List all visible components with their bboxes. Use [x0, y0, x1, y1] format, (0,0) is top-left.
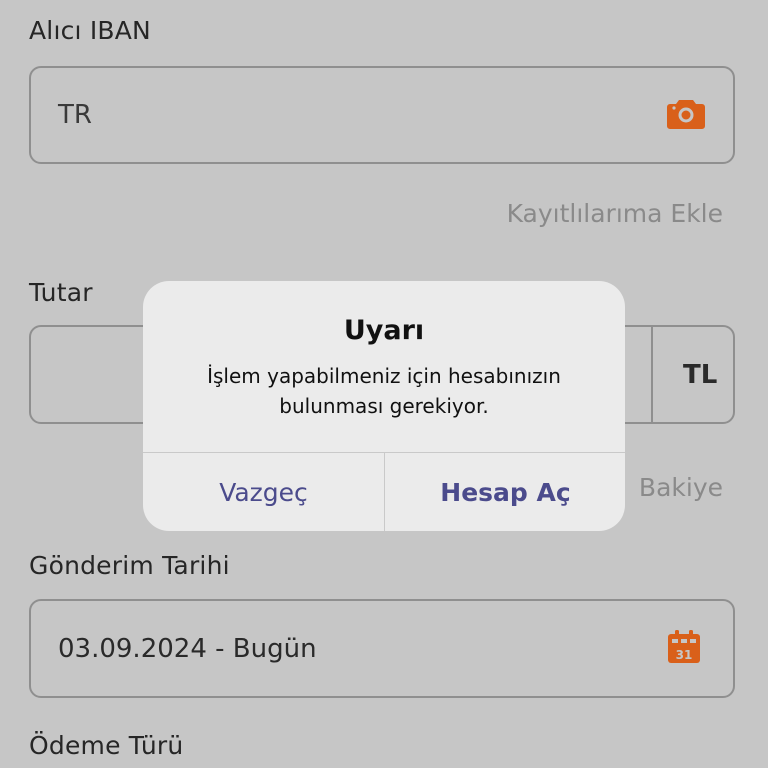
calendar-day-text: 31 [676, 648, 693, 662]
calendar-icon[interactable]: 31 [667, 629, 701, 668]
save-to-favorites-link[interactable]: Kayıtlılarıma Ekle [507, 199, 723, 228]
alert-dialog: Uyarı İşlem yapabilmeniz için hesabınızı… [143, 281, 625, 531]
send-date-field[interactable]: 03.09.2024 - Bugün 31 [29, 599, 735, 698]
cancel-button[interactable]: Vazgeç [143, 453, 384, 531]
iban-label: Alıcı IBAN [29, 16, 151, 45]
iban-field[interactable]: TR [29, 66, 735, 164]
send-date-value: 03.09.2024 - Bugün [58, 633, 317, 664]
currency-divider [651, 327, 653, 422]
payment-type-label: Ödeme Türü [29, 731, 184, 760]
open-account-button[interactable]: Hesap Aç [385, 453, 625, 531]
camera-icon[interactable] [667, 97, 705, 133]
send-date-label: Gönderim Tarihi [29, 551, 230, 580]
iban-input-value: TR [58, 100, 92, 130]
dialog-message: İşlem yapabilmeniz için hesabınızın bulu… [207, 364, 561, 418]
dialog-title: Uyarı [343, 315, 425, 346]
balance-link[interactable]: Bakiye [639, 473, 723, 502]
currency-label: TL [683, 359, 718, 390]
amount-label: Tutar [29, 278, 93, 307]
